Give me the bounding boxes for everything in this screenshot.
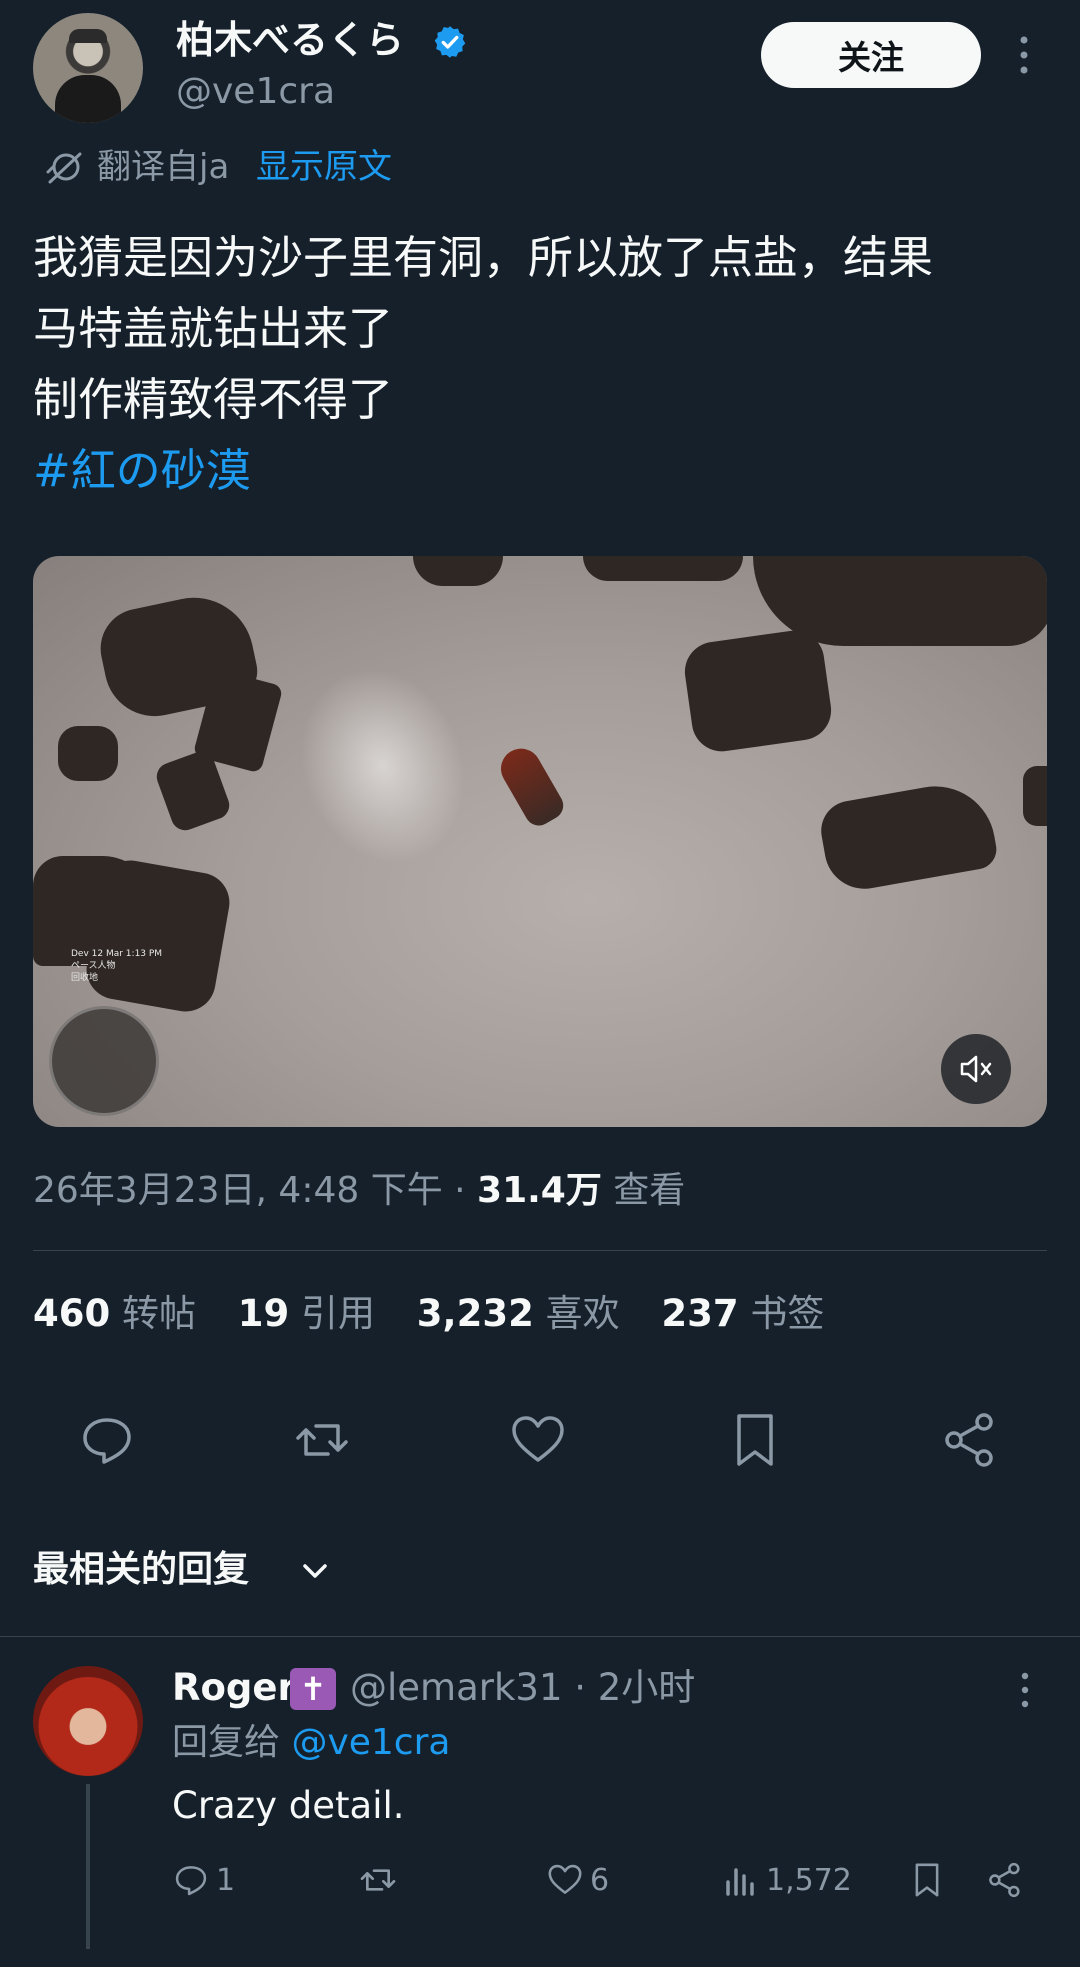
avatar-cap xyxy=(69,29,107,43)
view-label: 查看 xyxy=(601,1170,686,1211)
bookmark-icon[interactable] xyxy=(725,1410,785,1470)
translation-label: 翻译自ja xyxy=(97,147,230,187)
views-icon xyxy=(726,1868,754,1896)
game-minimap xyxy=(49,1006,159,1116)
rock xyxy=(583,556,743,581)
replying-to: 回复给 @ve1cra xyxy=(172,1722,451,1763)
thread-line xyxy=(86,1784,90,1949)
reply-more-icon[interactable] xyxy=(1016,1670,1034,1710)
salt-sparkle xyxy=(273,644,493,888)
verified-badge-icon xyxy=(434,26,466,58)
engagement-stats: 460 转帖 19 引用 3,232 喜欢 237 书签 xyxy=(33,1288,824,1340)
reply-icon[interactable] xyxy=(77,1410,137,1470)
rock xyxy=(413,556,503,586)
avatar-shirt xyxy=(55,75,121,123)
translate-icon xyxy=(46,152,82,184)
reply-avatar[interactable] xyxy=(33,1666,143,1776)
repost-icon xyxy=(360,1869,396,1891)
hashtag-link[interactable]: #紅の砂漠 xyxy=(33,435,1043,506)
rock xyxy=(58,726,118,781)
reply-handle-time[interactable]: @lemark31 · 2小时 xyxy=(350,1662,695,1714)
bookmarks-stat[interactable]: 237 书签 xyxy=(661,1292,824,1335)
mute-button[interactable] xyxy=(941,1034,1011,1104)
reply-view-count: 1,572 xyxy=(766,1862,852,1898)
more-options-icon[interactable] xyxy=(1014,32,1034,78)
chevron-down-icon[interactable] xyxy=(300,1556,330,1586)
tweet-line: 马特盖就钻出来了 xyxy=(33,302,394,355)
divider xyxy=(33,1250,1047,1251)
reply-text: Crazy detail. xyxy=(172,1784,405,1827)
rock xyxy=(81,855,235,1017)
tweet-meta: 26年3月23日, 4:48 下午 · 31.4万 查看 xyxy=(33,1166,685,1216)
share-icon[interactable] xyxy=(940,1410,1000,1470)
likes-stat[interactable]: 3,232 喜欢 xyxy=(417,1292,620,1335)
reply-views-button[interactable]: 1,572 xyxy=(724,1858,852,1902)
reply-like-button[interactable]: 6 xyxy=(546,1858,609,1902)
replies-sort-label[interactable]: 最相关的回复 xyxy=(33,1544,249,1596)
like-icon xyxy=(548,1864,582,1894)
reply-like-count: 6 xyxy=(590,1862,610,1898)
author-avatar[interactable] xyxy=(33,13,143,123)
reply-reply-count: 1 xyxy=(216,1862,236,1898)
tweet-line: 制作精致得不得了 xyxy=(33,373,394,426)
reply-reply-button[interactable]: 1 xyxy=(172,1858,235,1902)
repost-icon[interactable] xyxy=(292,1410,352,1470)
creature xyxy=(493,741,569,831)
author-display-name[interactable]: 柏木べるくら xyxy=(176,14,404,66)
reply-author-name[interactable]: Roger xyxy=(172,1662,296,1714)
cross-emoji: ✝ xyxy=(290,1668,336,1710)
quotes-stat[interactable]: 19 引用 xyxy=(238,1292,375,1335)
replying-to-handle[interactable]: @ve1cra xyxy=(291,1722,450,1763)
divider xyxy=(0,1636,1080,1637)
reposts-stat[interactable]: 460 转帖 xyxy=(33,1292,196,1335)
reply-bookmark-button[interactable] xyxy=(908,1858,946,1902)
muted-speaker-icon xyxy=(960,1055,992,1083)
view-count[interactable]: 31.4万 xyxy=(477,1170,602,1211)
like-icon[interactable] xyxy=(508,1410,568,1470)
tweet-video[interactable]: Dev 12 Mar 1:13 PM ペース人物 回收地 xyxy=(33,556,1047,1127)
tweet-date: 26年3月23日, 4:48 下午 · xyxy=(33,1170,478,1211)
reply-icon xyxy=(175,1866,207,1896)
show-original-link[interactable]: 显示原文 xyxy=(256,144,392,190)
rock xyxy=(816,776,1000,896)
follow-button[interactable]: 关注 xyxy=(761,22,981,88)
author-handle[interactable]: @ve1cra xyxy=(176,70,335,114)
reply-share-button[interactable] xyxy=(986,1858,1024,1902)
reply-repost-button[interactable] xyxy=(358,1858,398,1902)
rock xyxy=(1023,766,1047,826)
tweet-line: 我猜是因为沙子里有洞，所以放了点盐，结果 xyxy=(33,231,934,284)
tweet-text: 我猜是因为沙子里有洞，所以放了点盐，结果 马特盖就钻出来了 制作精致得不得了 #… xyxy=(33,222,1043,506)
bookmark-icon xyxy=(915,1863,939,1897)
rock xyxy=(681,626,835,756)
share-icon xyxy=(989,1862,1020,1898)
hud-text: Dev 12 Mar 1:13 PM ペース人物 回收地 xyxy=(71,949,163,983)
